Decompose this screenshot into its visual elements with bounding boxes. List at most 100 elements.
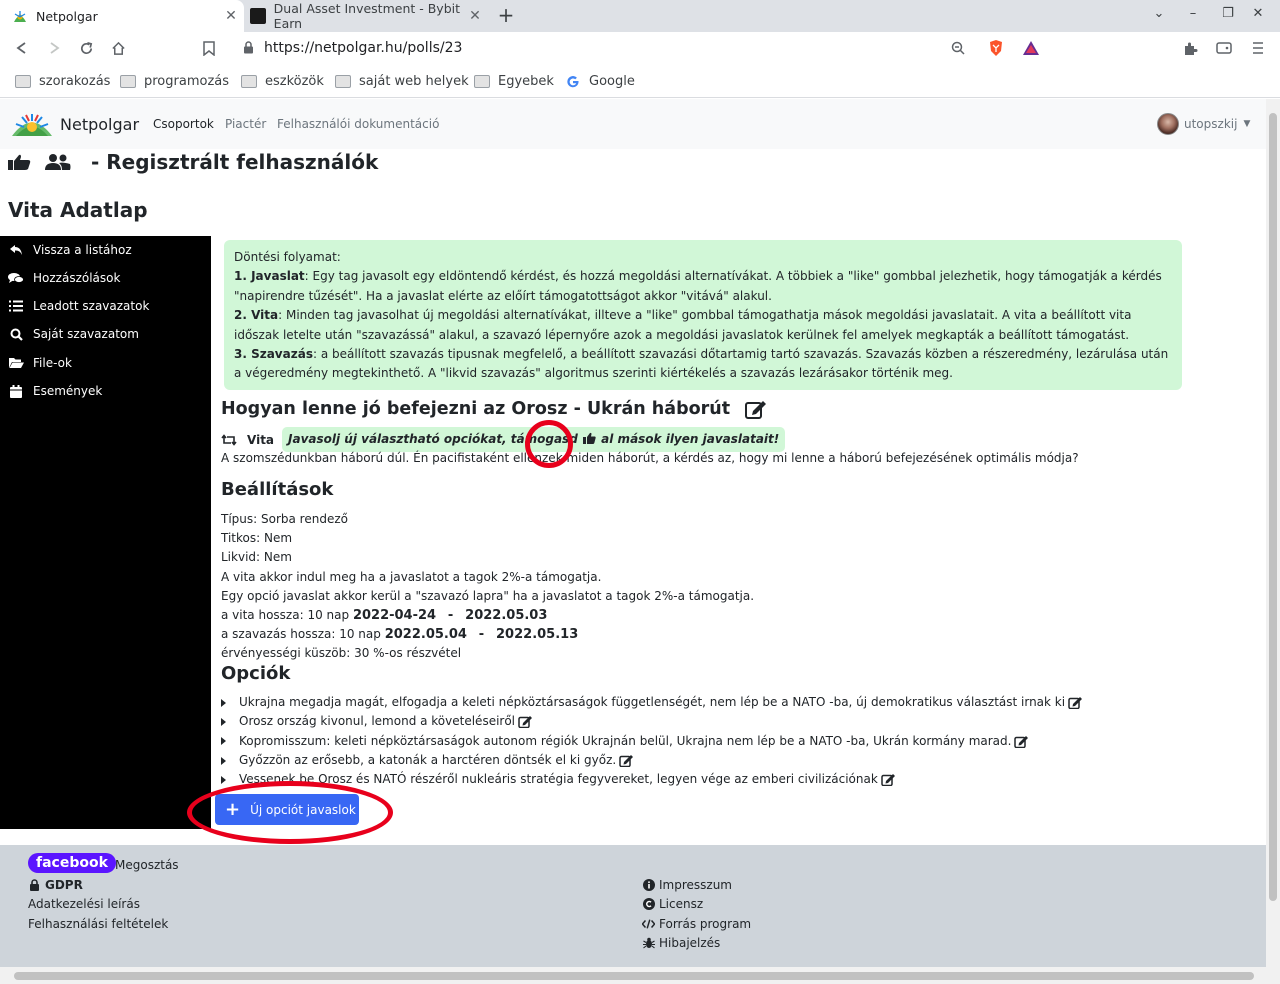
edit-icon[interactable] xyxy=(1068,696,1083,710)
share-link[interactable]: Megosztás xyxy=(115,858,179,872)
extensions-icon[interactable] xyxy=(1180,38,1200,58)
tab-bybit[interactable]: Dual Asset Investment - Bybit Earn ✕ xyxy=(244,0,488,32)
caret-right-icon xyxy=(221,737,226,746)
sidebar-item-events[interactable]: Események xyxy=(8,384,102,398)
bug-icon xyxy=(642,937,655,950)
username: utopszkij xyxy=(1184,117,1238,131)
gdpr-text: GDPR xyxy=(45,878,83,892)
tab-netpolgar[interactable]: Netpolgar ✕ xyxy=(0,0,244,32)
option-item[interactable]: Győzzön az erősebb, a katonák a harctére… xyxy=(221,751,1083,770)
page-title: Vita Adatlap xyxy=(8,198,148,222)
scrollbar-thumb[interactable] xyxy=(1269,113,1277,901)
back-icon[interactable] xyxy=(12,38,32,58)
options-heading: Opciók xyxy=(221,663,291,684)
close-window-icon[interactable]: ✕ xyxy=(1248,6,1268,21)
step-text: : Egy tag javasolt egy eldöntendő kérdés… xyxy=(234,269,1162,303)
source-link[interactable]: Forrás program xyxy=(642,917,751,931)
caret-right-icon xyxy=(221,698,226,707)
setting-debate-period: a vita hossza: 10 nap 2022-04-24 - 2022.… xyxy=(221,606,754,625)
option-text: Ukrajna megadja magát, elfogadja a kelet… xyxy=(239,695,1066,709)
setting-quorum: érvényességi küszöb: 30 %-os részvétel xyxy=(221,646,462,661)
edit-icon[interactable] xyxy=(1014,735,1029,748)
folder-icon xyxy=(335,75,351,88)
thumbs-up-icon[interactable] xyxy=(582,432,596,447)
sidebar-item-label: Leadott szavazatok xyxy=(33,299,150,313)
bybit-favicon-icon xyxy=(250,8,266,24)
license-link[interactable]: Licensz xyxy=(642,897,703,911)
bookmark-label: Google xyxy=(589,74,635,89)
bug-report-link[interactable]: Hibajelzés xyxy=(642,936,720,950)
sidebar-item-my-vote[interactable]: Saját szavazatom xyxy=(8,327,139,341)
sidebar-item-comments[interactable]: Hozzászólások xyxy=(8,271,120,285)
bookmark-folder[interactable]: programozás xyxy=(120,74,229,89)
option-item[interactable]: Kopromisszum: keleti népköztársaságok au… xyxy=(221,732,1083,751)
bookmark-folder[interactable]: saját web helyek xyxy=(335,74,469,89)
option-item[interactable]: Ukrajna megadja magát, elfogadja a kelet… xyxy=(221,693,1083,712)
tab-close-icon[interactable]: ✕ xyxy=(222,7,240,25)
source-text: Forrás program xyxy=(659,917,752,931)
tab-close-icon[interactable]: ✕ xyxy=(466,7,484,25)
bookmark-folder[interactable]: Egyebek xyxy=(474,74,554,89)
option-text: Kopromisszum: keleti népköztársaságok au… xyxy=(239,733,1012,748)
period-label: a vita hossza: 10 nap xyxy=(221,608,350,623)
sidebar-item-back[interactable]: Vissza a listához xyxy=(8,243,132,257)
folder-icon xyxy=(241,75,257,88)
copyright-icon xyxy=(642,898,655,911)
poll-status-row: Vita Javasolj új választható opciókat, t… xyxy=(221,427,786,452)
poll-status: Vita xyxy=(247,432,275,447)
sidebar-item-votes[interactable]: Leadott szavazatok xyxy=(8,299,149,313)
address-bar[interactable]: https://netpolgar.hu/polls/23 xyxy=(231,35,1049,61)
bookmark-label: Egyebek xyxy=(498,74,554,89)
sidebar-item-label: Események xyxy=(33,384,103,398)
restore-icon[interactable]: ❐ xyxy=(1218,6,1238,21)
info-circle-icon xyxy=(642,879,655,892)
new-tab-icon[interactable]: + xyxy=(494,3,518,27)
period-end: 2022.05.03 xyxy=(465,608,548,624)
nav-link-docs[interactable]: Felhasználói dokumentáció xyxy=(277,117,439,131)
annotation-circle xyxy=(525,420,573,468)
menu-icon[interactable] xyxy=(1248,38,1268,58)
wallet-icon[interactable] xyxy=(1214,38,1234,58)
gdpr-label: GDPR xyxy=(28,878,83,892)
home-icon[interactable] xyxy=(108,38,128,58)
period-start: 2022-04-24 xyxy=(352,608,437,624)
minimize-icon[interactable]: – xyxy=(1183,6,1203,21)
bookmark-folder[interactable]: eszközök xyxy=(241,74,324,89)
edit-icon[interactable] xyxy=(881,773,896,787)
scrollbar-thumb[interactable] xyxy=(14,972,1254,980)
impressum-link[interactable]: Impresszum xyxy=(642,878,732,892)
option-text: Győzzön az erősebb, a katonák a harctére… xyxy=(239,752,617,767)
caret-down-icon: ▼ xyxy=(1243,119,1251,129)
tab-search-icon[interactable]: ⌄ xyxy=(1149,6,1169,21)
reload-icon[interactable] xyxy=(76,38,96,58)
option-item[interactable]: Orosz ország kivonul, lemond a követelés… xyxy=(221,712,1083,731)
brave-shield-icon[interactable] xyxy=(986,38,1006,58)
edit-icon[interactable] xyxy=(518,715,533,729)
edit-icon[interactable] xyxy=(619,754,634,768)
netpolgar-logo-icon xyxy=(10,111,54,137)
sidebar-item-files[interactable]: File-ok xyxy=(8,356,72,370)
bookmark-page-icon[interactable] xyxy=(199,38,219,58)
step-text: : Minden tag javasolhat új megoldási alt… xyxy=(234,308,1132,342)
zoom-icon[interactable] xyxy=(948,38,968,58)
brand[interactable]: Netpolgar xyxy=(10,111,139,137)
site-navbar: Netpolgar Csoportok Piactér Felhasználói… xyxy=(0,99,1266,149)
forward-icon[interactable] xyxy=(44,38,64,58)
bookmark-google[interactable]: Google xyxy=(566,74,635,89)
edit-icon[interactable] xyxy=(745,399,767,419)
nav-link-groups[interactable]: Csoportok xyxy=(153,117,214,131)
setting-debate-start: A vita akkor indul meg ha a javaslatot a… xyxy=(221,569,602,584)
user-menu[interactable]: utopszkij ▼ xyxy=(1157,113,1250,135)
settings-heading: Beállítások xyxy=(221,479,334,500)
nav-link-market[interactable]: Piactér xyxy=(225,117,266,131)
privacy-link[interactable]: Adatkezelési leírás xyxy=(28,897,140,911)
vertical-scrollbar[interactable] xyxy=(1266,99,1280,967)
horizontal-scrollbar[interactable] xyxy=(0,967,1280,984)
brave-rewards-icon[interactable] xyxy=(1021,38,1041,58)
bookmark-folder[interactable]: szorakozás xyxy=(15,74,110,89)
avatar xyxy=(1157,113,1179,135)
folder-icon xyxy=(120,75,136,88)
facebook-share-button[interactable]: facebook xyxy=(28,853,116,873)
setting-vote-period: a szavazás hossza: 10 nap 2022.05.04 - 2… xyxy=(221,625,754,644)
terms-link[interactable]: Felhasználási feltételek xyxy=(28,917,168,931)
